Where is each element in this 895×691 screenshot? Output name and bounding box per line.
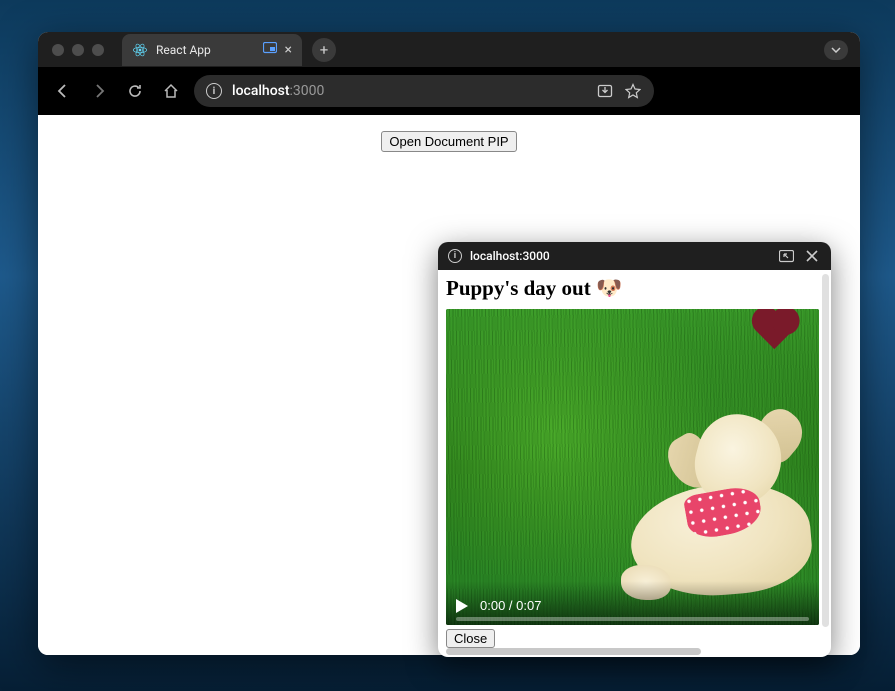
- puppy-graphic: [601, 405, 811, 595]
- pip-site-info-icon[interactable]: i: [448, 249, 462, 263]
- play-button[interactable]: [456, 599, 468, 613]
- window-maximize-button[interactable]: [92, 44, 104, 56]
- video-progress-bar[interactable]: [456, 617, 809, 621]
- video-frame: [446, 309, 819, 625]
- new-tab-button[interactable]: +: [312, 38, 336, 62]
- forward-button[interactable]: [86, 78, 112, 104]
- video-controls: 0:00 / 0:07: [446, 581, 819, 625]
- pip-back-to-tab-icon[interactable]: [777, 250, 795, 263]
- window-close-button[interactable]: [52, 44, 64, 56]
- url-display: localhost:3000: [232, 83, 586, 99]
- tab-title: React App: [156, 43, 255, 57]
- url-host: localhost: [232, 83, 290, 99]
- pip-content-title: Puppy's day out 🐶: [446, 276, 823, 301]
- bookmark-icon[interactable]: [624, 83, 642, 99]
- browser-tab-active[interactable]: React App ×: [122, 34, 302, 66]
- tab-close-button[interactable]: ×: [285, 42, 292, 58]
- back-button[interactable]: [50, 78, 76, 104]
- video-time-display: 0:00 / 0:07: [480, 598, 541, 613]
- address-bar[interactable]: i localhost:3000: [194, 75, 654, 107]
- window-controls: [46, 44, 116, 56]
- pip-horizontal-scrollbar[interactable]: [446, 648, 701, 655]
- pip-vertical-scrollbar[interactable]: [822, 274, 829, 627]
- open-pip-button[interactable]: Open Document PIP: [381, 131, 516, 152]
- pip-url-display: localhost:3000: [470, 249, 769, 263]
- react-icon: [132, 42, 148, 58]
- window-minimize-button[interactable]: [72, 44, 84, 56]
- browser-tab-strip: React App × +: [38, 32, 860, 67]
- pip-content-close-button[interactable]: Close: [446, 629, 495, 648]
- pip-titlebar[interactable]: i localhost:3000: [438, 242, 831, 270]
- pip-content-area: Puppy's day out 🐶 0:00 / 0:07: [438, 270, 831, 657]
- browser-toolbar: i localhost:3000: [38, 67, 860, 115]
- site-info-icon[interactable]: i: [206, 83, 222, 99]
- home-button[interactable]: [158, 78, 184, 104]
- reload-button[interactable]: [122, 78, 148, 104]
- url-port: :3000: [290, 83, 325, 99]
- install-app-icon[interactable]: [596, 83, 614, 99]
- pip-indicator-icon[interactable]: [263, 42, 277, 57]
- heart-balloon-graphic: [756, 311, 794, 349]
- pip-close-icon[interactable]: [803, 250, 821, 262]
- tab-overflow-button[interactable]: [824, 40, 848, 60]
- video-player[interactable]: 0:00 / 0:07: [446, 309, 819, 625]
- pip-window: i localhost:3000 Puppy's day out 🐶: [438, 242, 831, 657]
